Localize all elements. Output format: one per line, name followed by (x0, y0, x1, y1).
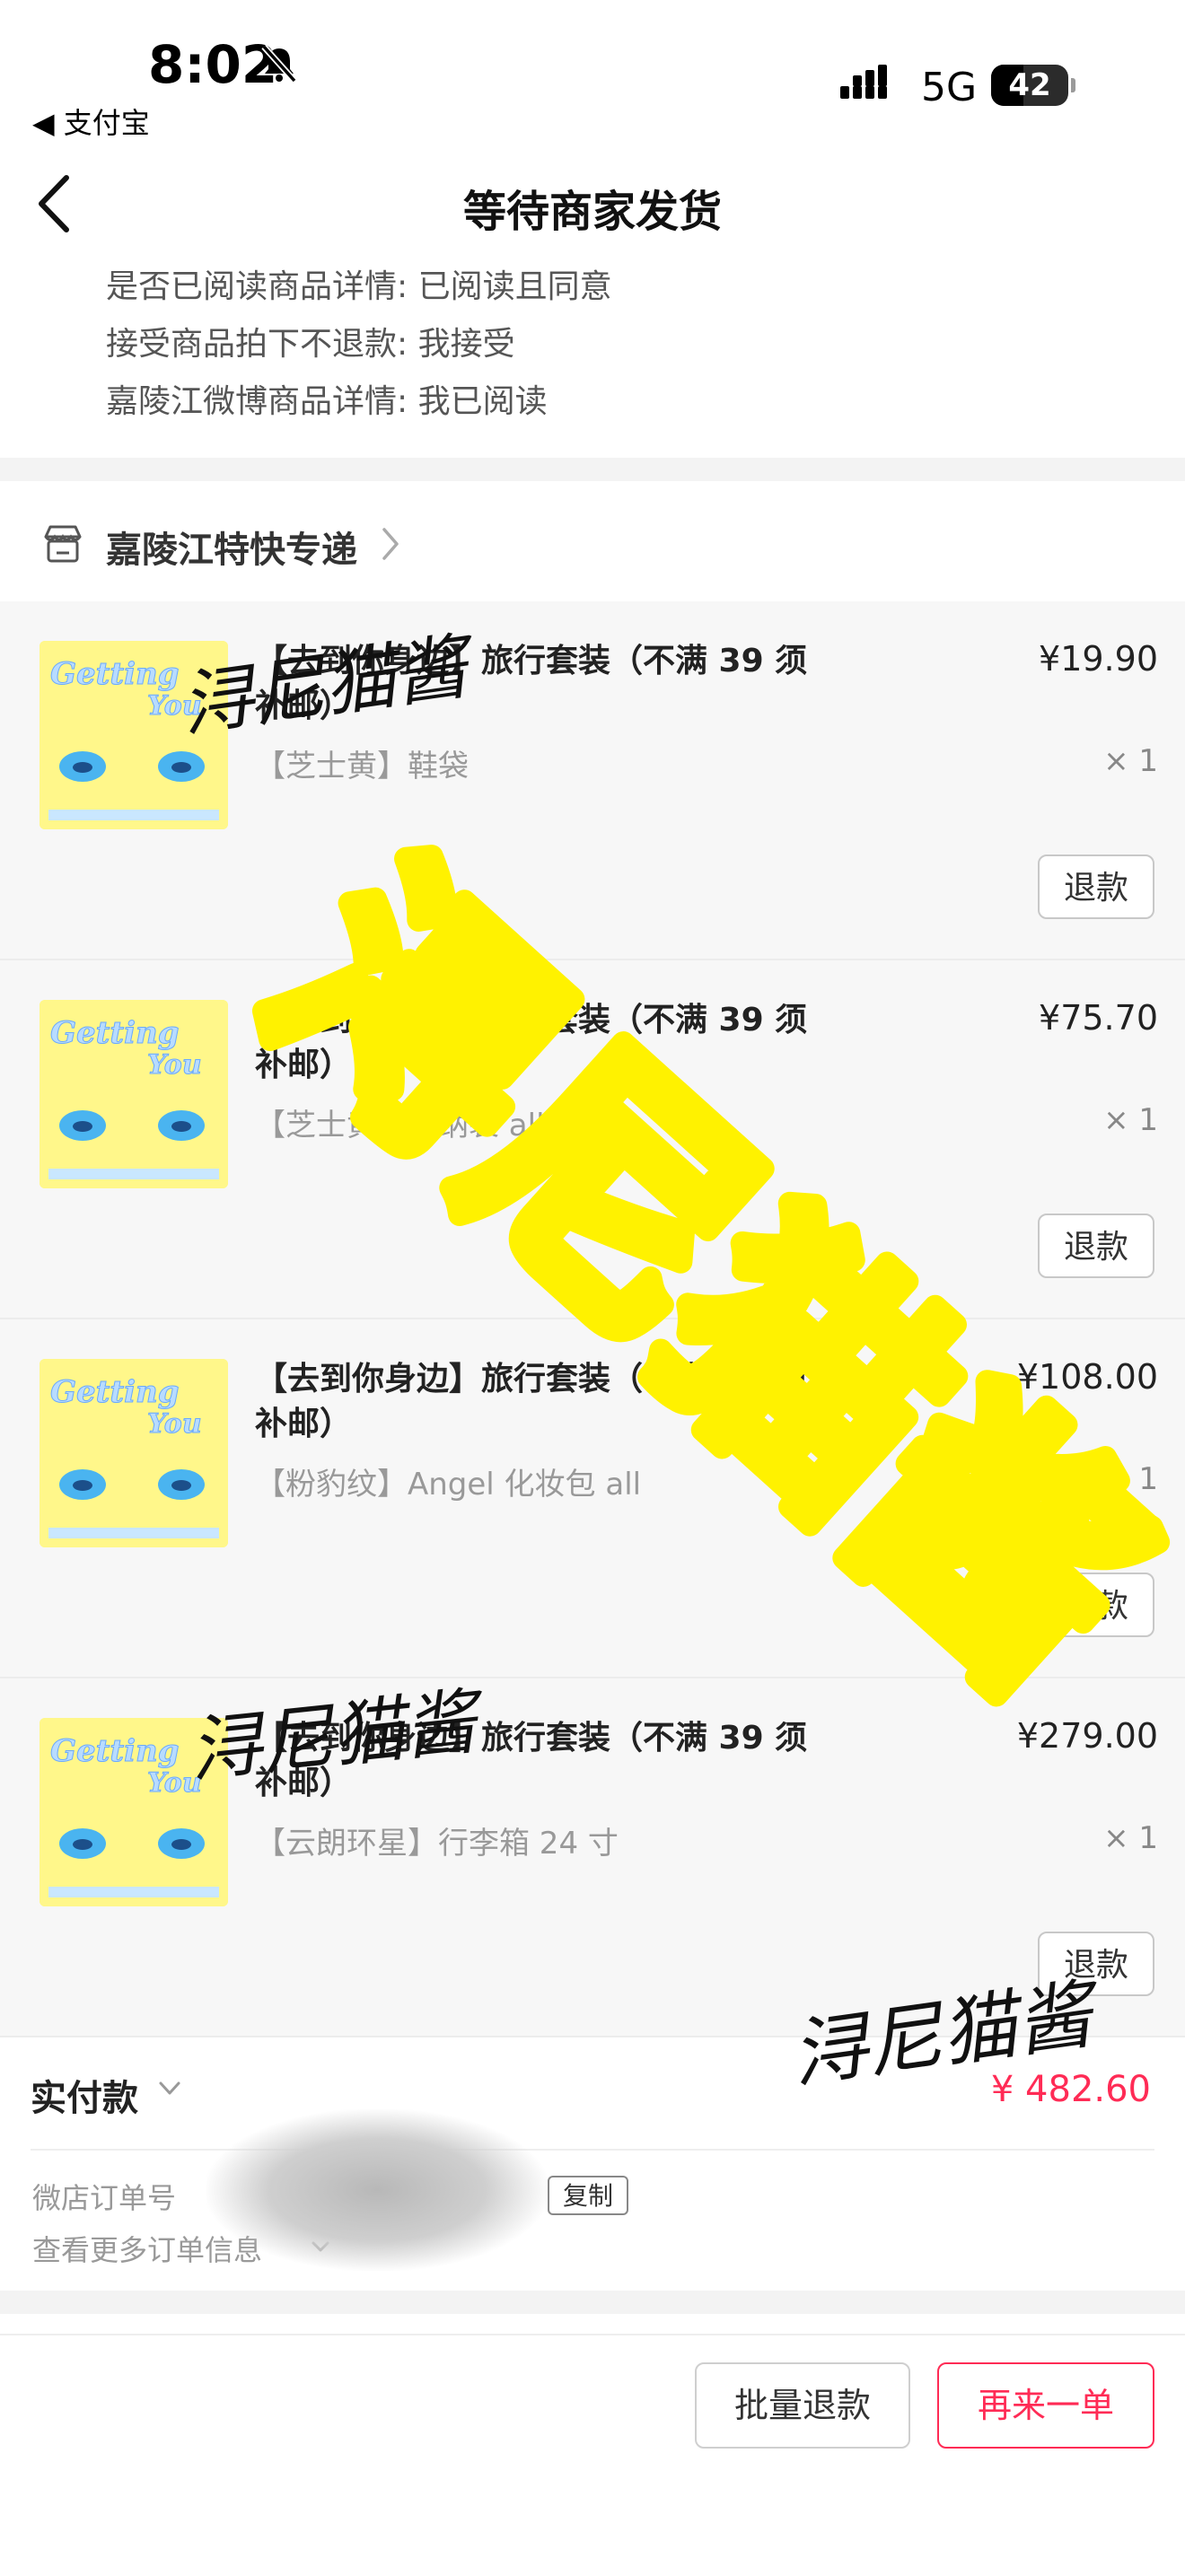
order-item[interactable]: Getting You 【去到你身边】旅行套装（不满 39 须补邮） 【芝士黄】… (0, 601, 1185, 960)
paid-label[interactable]: 实付款 (31, 2069, 138, 2121)
store-icon (44, 525, 82, 563)
order-note-weibo-details: 嘉陵江微博商品详情: 我已阅读 (106, 383, 548, 420)
product-thumbnail: Getting You (40, 1718, 228, 1906)
product-thumbnail: Getting You (40, 1000, 228, 1188)
svg-text:You: You (147, 1767, 202, 1799)
order-item[interactable]: Getting You 【去到你身边】旅行套装（不满 39 须补邮） 【芝士黄】… (0, 960, 1185, 1319)
network-type: 5G (921, 65, 978, 110)
item-title: 【去到你身边】旅行套装（不满 39 须补邮） (255, 1002, 808, 1083)
item-quantity: × 1 (1103, 743, 1158, 779)
refund-button[interactable]: 退款 (1038, 854, 1154, 919)
item-title: 【去到你身边】旅行套装（不满 39 须补邮） (255, 1361, 808, 1442)
refund-button[interactable]: 退款 (1038, 1932, 1154, 1996)
item-price: ¥279.00 (1016, 1716, 1158, 1756)
order-note-no-refund: 接受商品拍下不退款: 我接受 (106, 326, 515, 363)
chevron-down-icon[interactable] (158, 2081, 181, 2097)
svg-text:Getting: Getting (50, 1015, 180, 1051)
svg-text:You: You (147, 1049, 202, 1081)
battery-level: 42 (1008, 67, 1051, 103)
svg-text:Getting: Getting (50, 1374, 180, 1410)
svg-text:You: You (147, 1408, 202, 1440)
refund-button[interactable]: 退款 (1038, 1214, 1154, 1278)
order-number-label: 微店订单号 (32, 2181, 177, 2215)
item-price: ¥19.90 (1039, 639, 1158, 679)
paid-amount: ¥ 482.60 (990, 2069, 1151, 2110)
reorder-button[interactable]: 再来一单 (937, 2362, 1154, 2449)
battery-icon: 42 (991, 65, 1075, 106)
item-variant: 【芝士黄】收纳袋 all (255, 1108, 545, 1143)
item-quantity: × 1 (1103, 1102, 1158, 1138)
order-item[interactable]: Getting You 【去到你身边】旅行套装（不满 39 须补邮） 【云朗环星… (0, 1678, 1185, 2037)
product-thumbnail: Getting You (40, 641, 228, 829)
section-divider (0, 458, 1185, 481)
batch-refund-button[interactable]: 批量退款 (695, 2362, 910, 2449)
copy-button[interactable]: 复制 (548, 2176, 628, 2215)
svg-text:Getting: Getting (50, 1733, 180, 1769)
item-price: ¥75.70 (1039, 998, 1158, 1038)
product-thumbnail: Getting You (40, 1359, 228, 1547)
chevron-right-icon[interactable] (381, 526, 400, 562)
shop-name[interactable]: 嘉陵江特快专递 (106, 521, 357, 573)
refund-button[interactable]: 退款 (1038, 1573, 1154, 1637)
order-note-read-details: 是否已阅读商品详情: 已阅读且同意 (106, 268, 612, 305)
section-divider (0, 2291, 1185, 2314)
bell-slash-icon (261, 44, 297, 83)
item-variant: 【粉豹纹】Angel 化妆包 all (255, 1467, 642, 1503)
order-item[interactable]: Getting You 【去到你身边】旅行套装（不满 39 须补邮） 【粉豹纹】… (0, 1319, 1185, 1678)
svg-text:You: You (147, 690, 202, 722)
item-title: 【去到你身边】旅行套装（不满 39 须补邮） (255, 1720, 808, 1801)
item-variant: 【芝士黄】鞋袋 (255, 749, 469, 784)
order-items: Getting You 【去到你身边】旅行套装（不满 39 须补邮） 【芝士黄】… (0, 601, 1185, 2037)
page-title: 等待商家发货 (462, 187, 722, 237)
item-title: 【去到你身边】旅行套装（不满 39 须补邮） (255, 643, 808, 724)
item-quantity: × 1 (1103, 1820, 1158, 1856)
divider (31, 2149, 1154, 2151)
item-quantity: × 1 (1103, 1461, 1158, 1497)
signal-icon (840, 65, 887, 99)
svg-text:Getting: Getting (50, 656, 180, 692)
return-to-alipay[interactable]: ◀ 支付宝 (32, 101, 150, 142)
item-variant: 【云朗环星】行李箱 24 寸 (255, 1826, 619, 1862)
item-price: ¥108.00 (1016, 1357, 1158, 1397)
redaction-blur (206, 2109, 548, 2271)
